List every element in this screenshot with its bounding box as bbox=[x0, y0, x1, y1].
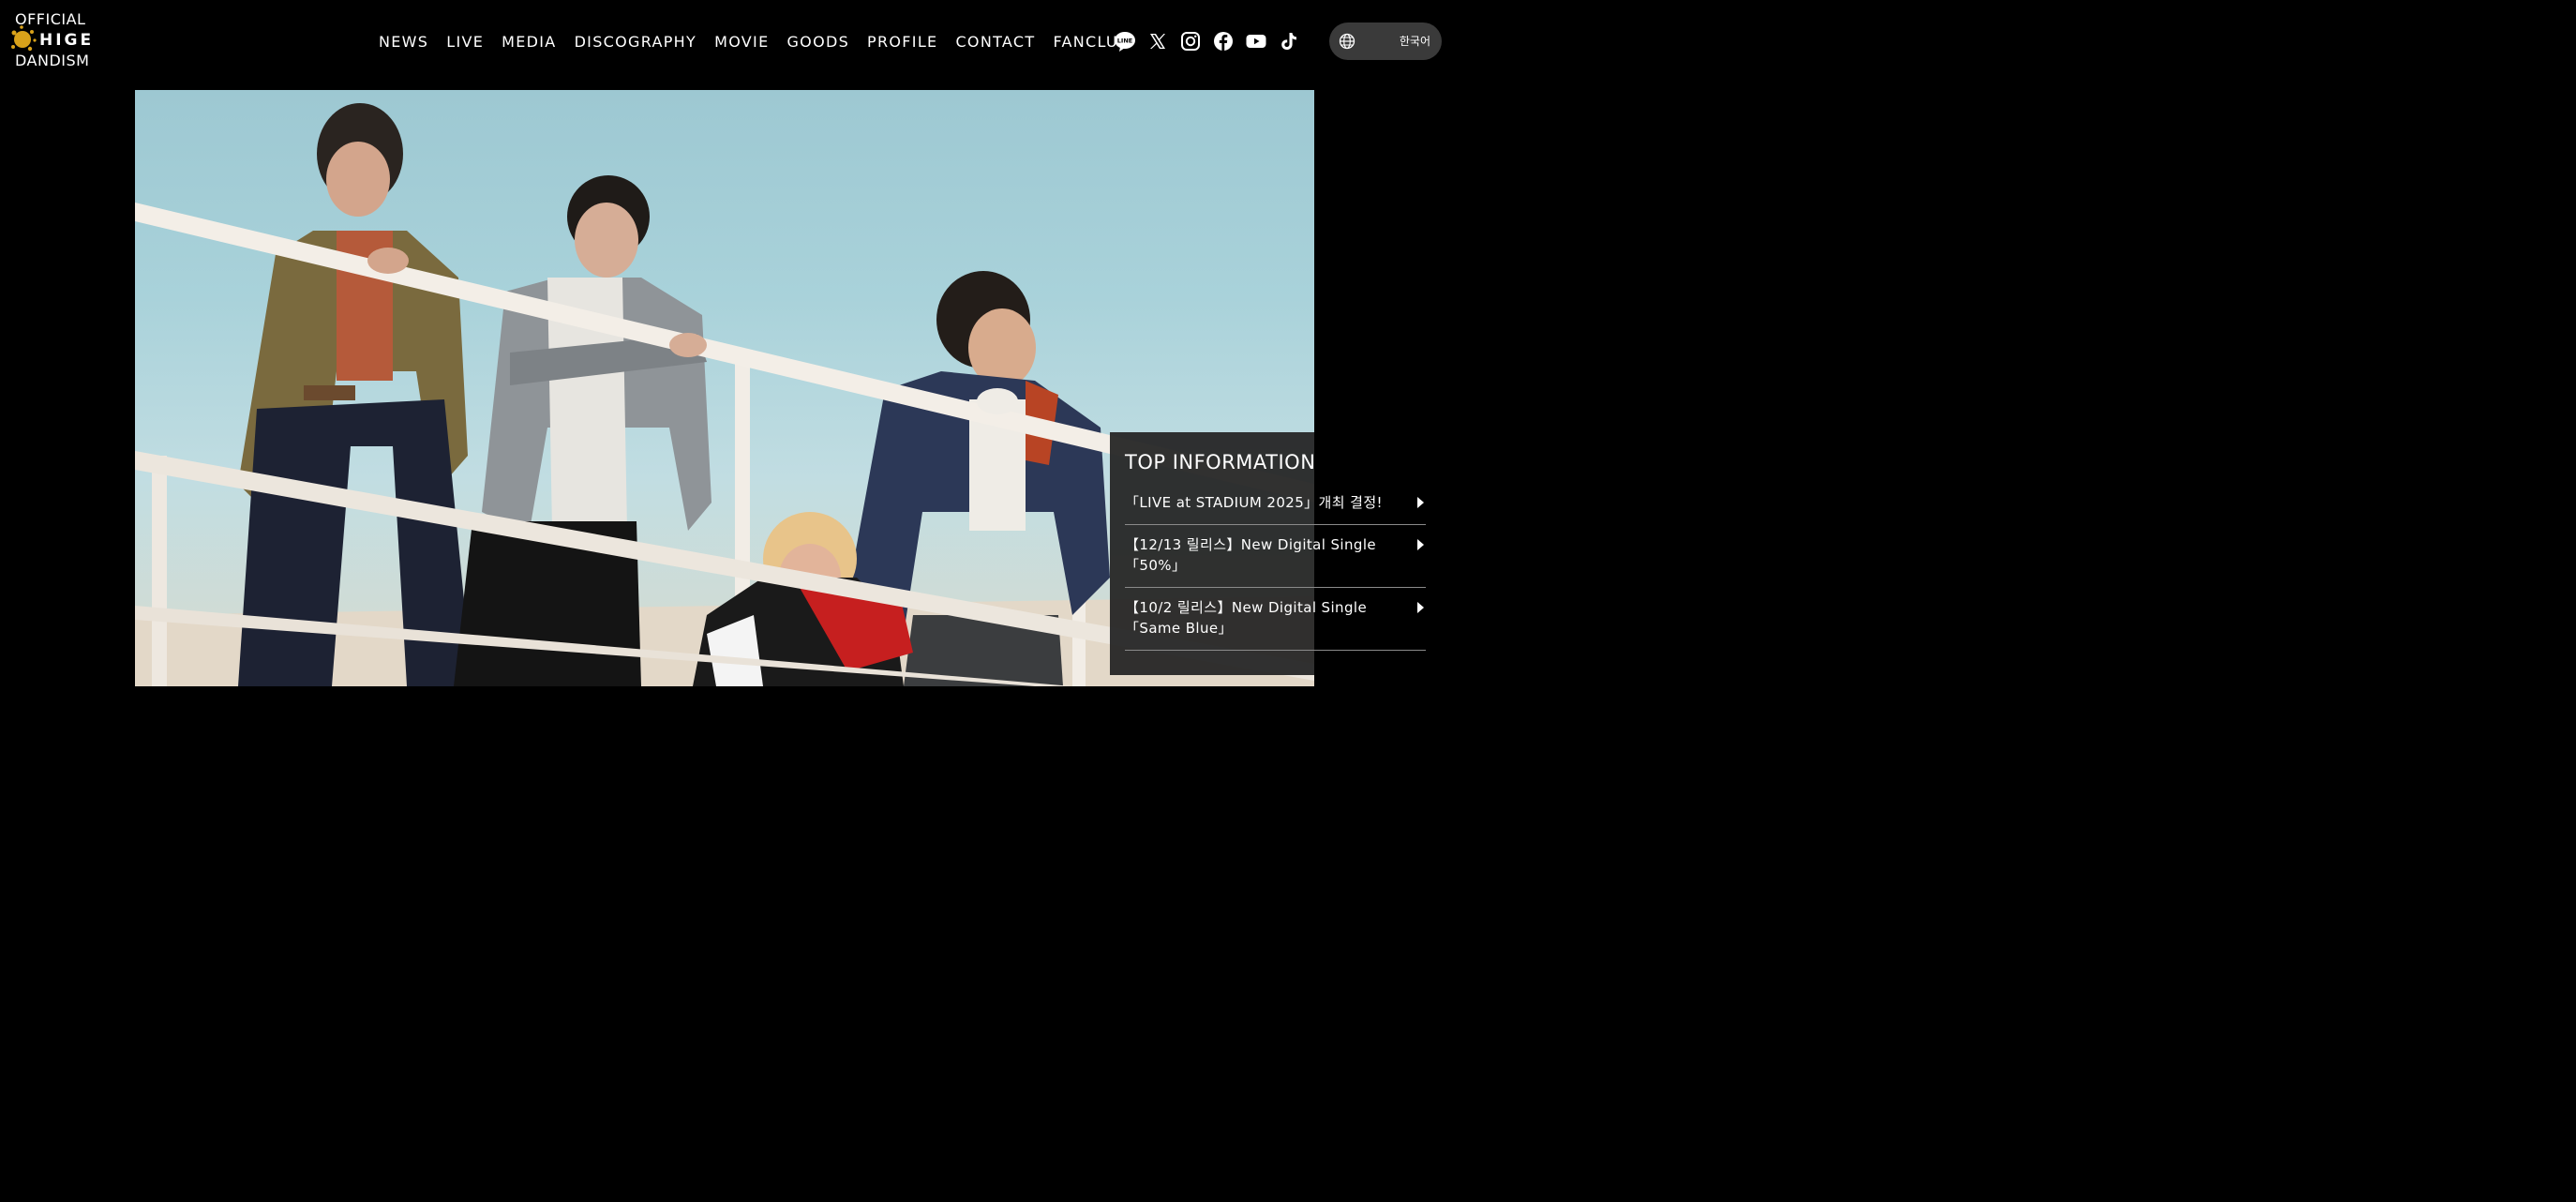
globe-icon bbox=[1339, 33, 1355, 50]
info-item-text: 【12/13 릴리스】New Digital Single bbox=[1125, 536, 1377, 553]
logo-line-hige: HIGE bbox=[39, 31, 95, 50]
top-information-title: TOP INFORMATION bbox=[1125, 451, 1316, 473]
language-label: 한국어 bbox=[1399, 35, 1430, 48]
chevron-right-icon bbox=[1417, 602, 1424, 613]
x-icon[interactable] bbox=[1146, 30, 1169, 53]
info-item-subtext: 「50%」 bbox=[1125, 557, 1187, 574]
nav-goods[interactable]: GOODS bbox=[786, 32, 849, 53]
tiktok-icon[interactable] bbox=[1278, 30, 1300, 53]
svg-text:LINE: LINE bbox=[1117, 38, 1132, 45]
site-header: OFFICIAL HIGE DANDISM NEWS LIVE MEDIA DI… bbox=[0, 0, 1470, 84]
chevron-right-icon bbox=[1417, 497, 1424, 508]
nav-live[interactable]: LIVE bbox=[446, 32, 484, 53]
facebook-icon[interactable] bbox=[1212, 30, 1235, 53]
social-links: LINE bbox=[1114, 30, 1310, 53]
nav-news[interactable]: NEWS bbox=[379, 32, 428, 53]
line-icon[interactable]: LINE bbox=[1114, 30, 1136, 53]
nav-movie[interactable]: MOVIE bbox=[714, 32, 769, 53]
logo-line-dandism: DANDISM bbox=[15, 52, 90, 69]
info-item[interactable]: 【12/13 릴리스】New Digital Single 「50%」 bbox=[1125, 525, 1426, 588]
nav-discography[interactable]: DISCOGRAPHY bbox=[575, 32, 697, 53]
info-item-text: 【10/2 릴리스】New Digital Single bbox=[1125, 599, 1368, 616]
main-nav: NEWS LIVE MEDIA DISCOGRAPHY MOVIE GOODS … bbox=[379, 32, 1147, 53]
nav-profile[interactable]: PROFILE bbox=[867, 32, 937, 53]
logo-line-official: OFFICIAL bbox=[15, 10, 86, 28]
nav-media[interactable]: MEDIA bbox=[502, 32, 556, 53]
instagram-icon[interactable] bbox=[1179, 30, 1202, 53]
top-information-list: 「LIVE at STADIUM 2025」개최 결정! 【12/13 릴리스】… bbox=[1125, 483, 1426, 651]
info-item-text: 「LIVE at STADIUM 2025」개최 결정! bbox=[1125, 494, 1383, 511]
nav-contact[interactable]: CONTACT bbox=[955, 32, 1035, 53]
info-item[interactable]: 【10/2 릴리스】New Digital Single 「Same Blue」 bbox=[1125, 588, 1426, 651]
youtube-icon[interactable] bbox=[1245, 30, 1267, 53]
site-logo[interactable]: OFFICIAL HIGE DANDISM bbox=[9, 11, 94, 71]
splat-logo-mark bbox=[11, 25, 37, 52]
info-item[interactable]: 「LIVE at STADIUM 2025」개최 결정! bbox=[1125, 483, 1426, 525]
language-selector[interactable]: 한국어 bbox=[1329, 23, 1442, 60]
chevron-right-icon bbox=[1417, 539, 1424, 550]
info-item-subtext: 「Same Blue」 bbox=[1125, 620, 1233, 637]
